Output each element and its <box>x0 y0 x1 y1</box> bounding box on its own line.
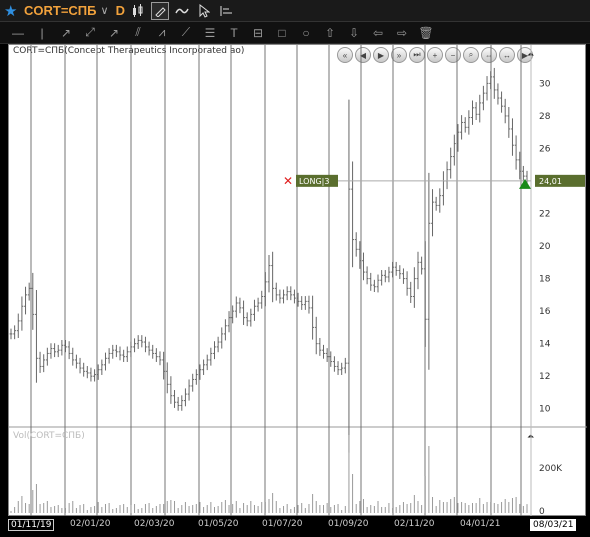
period-selector[interactable]: D <box>116 3 125 18</box>
ray-icon[interactable]: ⤢ <box>78 24 102 42</box>
y-tick-label: 22 <box>539 210 550 220</box>
arrow-down-icon[interactable]: ⇩ <box>342 24 366 42</box>
vertical-line-icon[interactable]: | <box>30 24 54 42</box>
date-tick-label: 01/05/20 <box>198 519 239 529</box>
date-end-label: 08/03/21 <box>530 519 577 531</box>
horizontal-line-icon[interactable]: — <box>6 24 30 42</box>
drawing-toolbar: — | ↗ ⤢ ↗ ⫽ ⩘ ⟋ ☰ T ⊟ □ ○ ⇧ ⇩ ⇦ ⇨ 🗑 <box>0 22 590 44</box>
price-label-icon[interactable]: ⊟ <box>246 24 270 42</box>
fibonacci-icon[interactable]: ☰ <box>198 24 222 42</box>
y-tick-label: 20 <box>539 242 551 252</box>
date-tick-label: 02/03/20 <box>134 519 175 529</box>
candlestick-icon[interactable] <box>129 2 147 20</box>
y-tick-label: 14 <box>539 340 551 350</box>
trend-line-icon[interactable]: ↗ <box>54 24 78 42</box>
symbol-name[interactable]: CORT=СПБ <box>24 3 97 18</box>
chart-panel[interactable]: CORT=СПБ(Concept Therapeutics Incorporat… <box>8 44 587 517</box>
date-tick-label: 01/07/20 <box>262 519 303 529</box>
date-tick-label: 04/01/21 <box>460 519 501 529</box>
y-tick-label: 30 <box>539 79 551 89</box>
y-tick-label: 12 <box>539 372 550 382</box>
y-tick-label: 16 <box>539 307 551 317</box>
indicator-icon[interactable] <box>173 2 191 20</box>
trash-icon[interactable]: 🗑 <box>414 24 438 42</box>
y-tick-label: 18 <box>539 275 551 285</box>
date-start-label: 01/11/19 <box>8 519 55 531</box>
order-label: LONG|3 <box>299 177 329 186</box>
volume-pane-label: Vol(CORT=СПБ) <box>13 431 85 441</box>
last-price-label: 24,01 <box>539 177 562 186</box>
draw-tools-icon[interactable] <box>150 1 169 20</box>
order-book-icon[interactable] <box>217 2 235 20</box>
pitchfork-icon[interactable]: ⟋ <box>174 24 198 42</box>
cursor-icon[interactable] <box>195 2 213 20</box>
y-tick-label: 28 <box>539 112 551 122</box>
y-tick-label: 26 <box>539 144 551 154</box>
text-tool-icon[interactable]: T <box>222 24 246 42</box>
date-tick-label: 02/11/20 <box>394 519 435 529</box>
volume-tick-label: 200K <box>539 464 563 474</box>
arrow-up-icon[interactable]: ⇧ <box>318 24 342 42</box>
rectangle-icon[interactable]: □ <box>270 24 294 42</box>
ellipse-icon[interactable]: ○ <box>294 24 318 42</box>
arrow-line-icon[interactable]: ↗ <box>102 24 126 42</box>
date-axis: 01/11/19 02/01/20 02/03/20 01/05/20 01/07/2… <box>0 516 590 537</box>
arrow-right-icon[interactable]: ⇨ <box>390 24 414 42</box>
channel-icon[interactable]: ⩘ <box>150 24 174 42</box>
date-tick-label: 02/01/20 <box>70 519 111 529</box>
y-tick-label: 10 <box>539 405 551 415</box>
chevron-down-icon[interactable]: ∨ <box>101 4 109 17</box>
date-tick-label: 01/09/20 <box>328 519 369 529</box>
arrow-left-icon[interactable]: ⇦ <box>366 24 390 42</box>
star-icon[interactable]: ★ <box>4 2 20 20</box>
cancel-order-icon[interactable]: ✕ <box>283 174 293 188</box>
chart-window-titlebar: ★ CORT=СПБ ∨ D <box>0 0 590 22</box>
price-chart: 3028262422201816141210200K0Vol(CORT=СПБ)… <box>9 45 587 517</box>
parallel-lines-icon[interactable]: ⫽ <box>126 24 150 42</box>
